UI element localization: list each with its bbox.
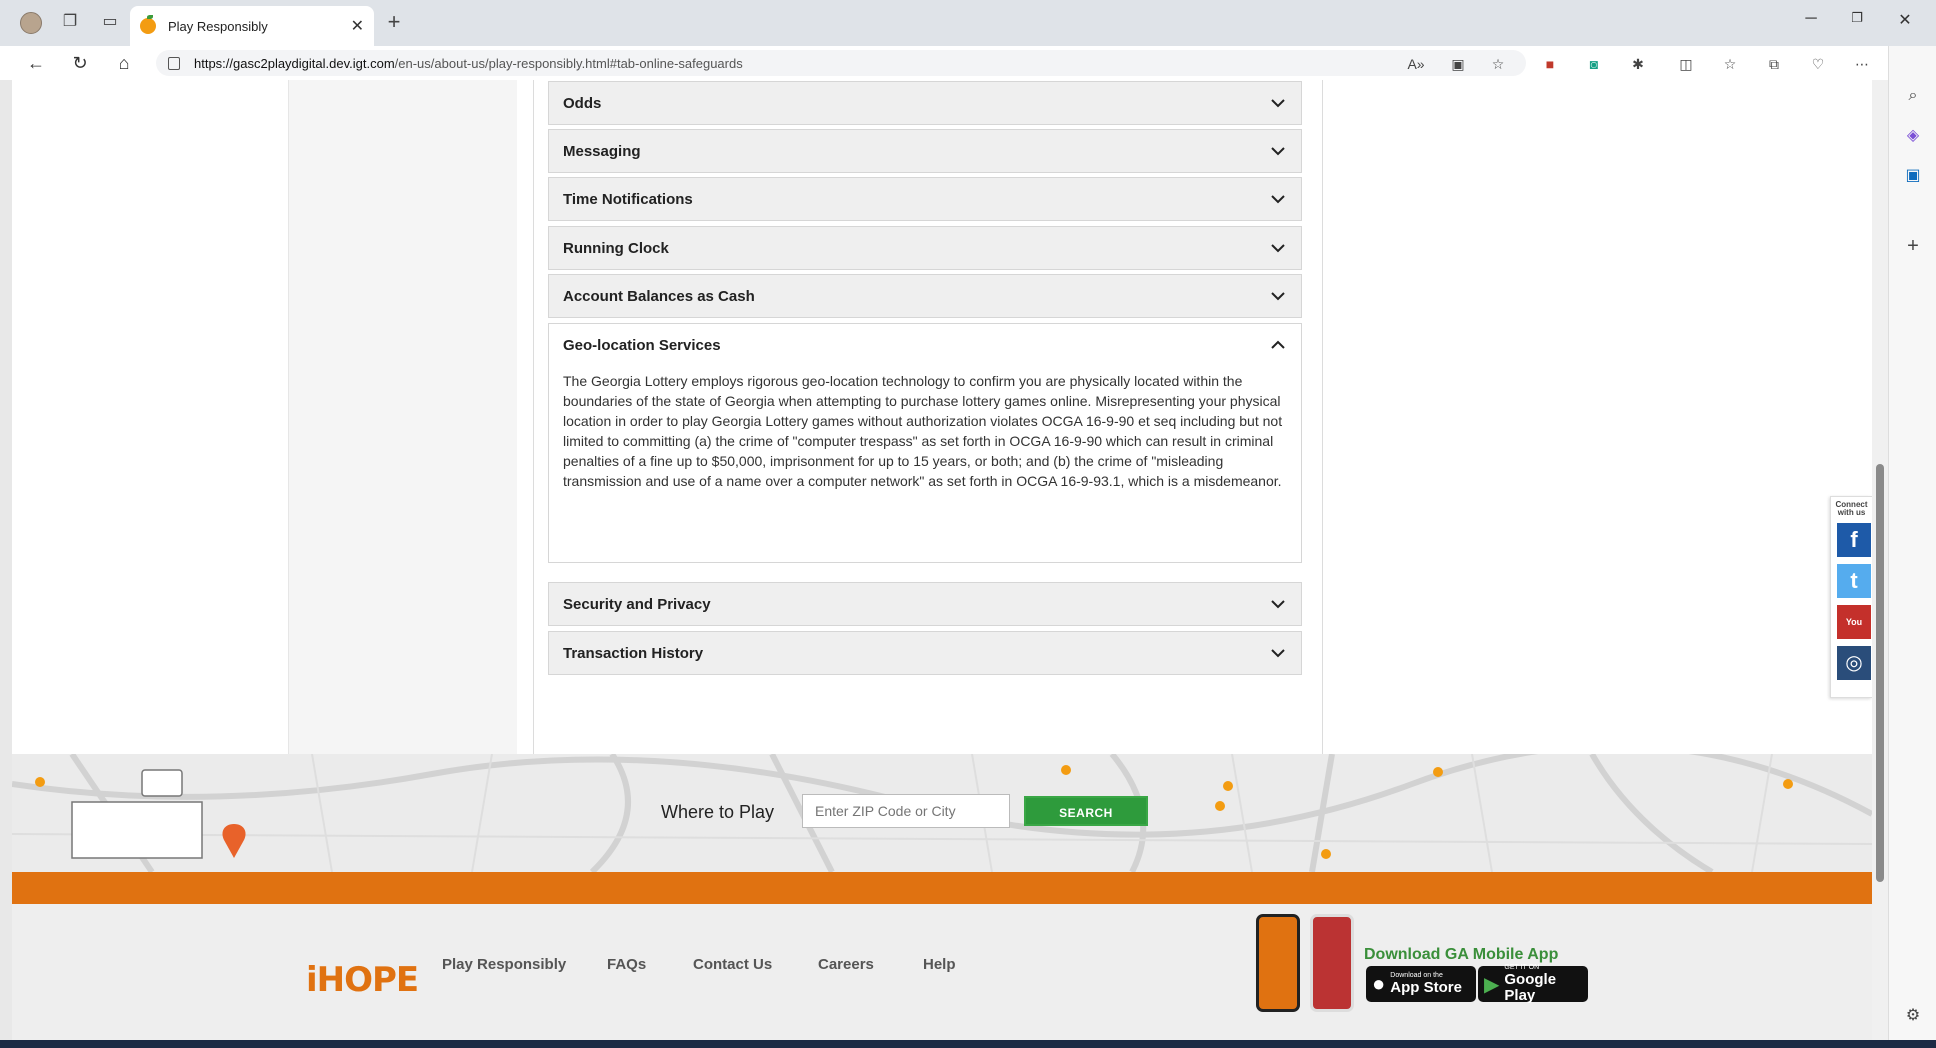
restore-icon[interactable]: ❐ [1842,10,1872,26]
social-sidebar: Connect with us f t You Tube ◎ [1830,496,1872,698]
edge-sidebar: ⌕ ◈ ▣ + ⚙ [1888,46,1936,1040]
sidebar-settings-icon[interactable]: ⚙ [1903,1006,1923,1026]
appstore-big-text: App Store [1390,979,1462,996]
twitter-icon[interactable]: t [1837,564,1871,598]
chevron-down-icon [1271,147,1285,156]
favorites-icon[interactable]: ☆ [1720,54,1740,74]
taskbar-strip [0,1040,1936,1048]
phone-image-1 [1256,914,1300,1012]
content-main: Odds Messaging Time Notifications Runnin… [517,80,1607,799]
accordion-label: Transaction History [563,644,704,662]
phone-image-2 [1310,914,1354,1012]
home-icon[interactable]: ⌂ [112,52,136,74]
new-tab-icon[interactable]: + [384,11,404,33]
footer-link-help[interactable]: Help [923,956,956,973]
url-field[interactable]: https://gasc2playdigital.dev.igt.com/en-… [156,50,1526,76]
accordion-security-privacy[interactable]: Security and Privacy [548,582,1302,626]
googleplay-big-text: Google Play [1504,971,1557,1004]
content-card: Odds Messaging Time Notifications Runnin… [288,80,1607,799]
extension-teal-icon[interactable]: ◙ [1584,54,1604,74]
chevron-down-icon [1271,649,1285,658]
scrollbar-thumb[interactable] [1876,464,1884,882]
accordion-label: Time Notifications [563,190,693,208]
favorite-star-icon[interactable]: ☆ [1488,54,1508,74]
download-app-title: Download GA Mobile App [1364,946,1559,963]
app-store-button[interactable]: ● Download on the App Store [1366,966,1476,1002]
connect-label: Connect with us [1835,500,1868,517]
split-screen-icon[interactable]: ◫ [1676,54,1696,74]
outlook-icon[interactable]: ▣ [1903,166,1923,186]
back-icon[interactable]: ← [24,52,48,74]
chevron-down-icon [1271,195,1285,204]
ihope-logo-text: iHOPE [306,960,419,1000]
browser-tab-bar: ❐ ▭ Play Responsibly ✕ + ─ ❐ ✕ [0,0,1936,46]
refresh-icon[interactable]: ↻ [68,52,92,74]
youtube-icon[interactable]: You Tube [1837,605,1871,661]
accordion-label: Account Balances as Cash [563,287,755,305]
page-scrollbar[interactable] [1872,80,1888,1040]
zip-code-input[interactable] [802,794,1010,828]
footer-link-contact-us[interactable]: Contact Us [693,956,772,973]
collections-icon[interactable]: ⧉ [1764,54,1784,74]
more-menu-icon[interactable]: ⋯ [1852,54,1872,74]
address-bar-row: ← ↻ ⌂ https://gasc2playdigital.dev.igt.c… [0,46,1936,80]
accordion-account-balances[interactable]: Account Balances as Cash [548,274,1302,318]
chevron-down-icon [1271,600,1285,609]
read-aloud-icon[interactable]: A» [1406,54,1426,74]
footer-link-faqs[interactable]: FAQs [607,956,646,973]
accordion-label: Security and Privacy [563,595,711,613]
apple-icon: ● [1372,971,1386,996]
browser-essentials-icon[interactable]: ♡ [1808,54,1828,74]
geo-location-panel: The Georgia Lottery employs rigorous geo… [548,353,1302,563]
copilot-sidebar-icon[interactable]: ◈ [1903,126,1923,146]
instagram-icon[interactable]: ◎ [1837,646,1871,680]
profile-avatar[interactable] [20,12,42,34]
tab-title: Play Responsibly [168,18,268,34]
online-safeguards-accordion: Odds Messaging Time Notifications Runnin… [533,80,1323,773]
url-text: https://gasc2playdigital.dev.igt.com/en-… [194,55,743,71]
accordion-label: Running Clock [563,239,669,257]
add-sidebar-app-icon[interactable]: + [1903,236,1923,256]
ihope-logo[interactable]: iHOPE [306,960,419,1000]
chevron-down-icon [1271,99,1285,108]
facebook-icon[interactable]: f [1837,523,1871,557]
accordion-messaging[interactable]: Messaging [548,129,1302,173]
chevron-down-icon [1271,244,1285,253]
tab-play-responsibly[interactable]: Play Responsibly ✕ [130,6,374,46]
immersive-reader-icon[interactable]: ▣ [1448,54,1468,74]
orange-divider [12,872,1872,904]
tab-actions-icon[interactable]: ▭ [100,12,120,32]
where-to-play-label: Where to Play [661,802,775,822]
chevron-down-icon [1271,292,1285,301]
accordion-odds[interactable]: Odds [548,81,1302,125]
footer-link-careers[interactable]: Careers [818,956,874,973]
lottery-favicon-icon [140,15,156,34]
accordion-label: Geo-location Services [563,336,721,354]
page-viewport: Odds Messaging Time Notifications Runnin… [12,80,1872,1040]
close-window-icon[interactable]: ✕ [1890,10,1920,30]
footer-link-play-responsibly[interactable]: Play Responsibly [442,956,566,973]
google-play-button[interactable]: ▶ GET IT ON Google Play [1478,964,1588,1004]
chevron-up-icon [1271,340,1285,349]
accordion-label: Odds [563,94,602,112]
search-button[interactable]: SEARCH [1024,796,1148,826]
workspaces-icon[interactable]: ❐ [60,12,80,32]
search-icon[interactable]: ⌕ [1903,86,1923,106]
extensions-icon[interactable]: ✱ [1628,54,1648,74]
accordion-transaction-history[interactable]: Transaction History [548,631,1302,675]
lock-icon[interactable] [168,56,180,70]
close-tab-icon[interactable]: ✕ [351,16,364,36]
footer: iHOPE Play Responsibly FAQs Contact Us C… [12,904,1872,1040]
google-play-icon: ▶ [1484,973,1500,996]
accordion-time-notifications[interactable]: Time Notifications [548,177,1302,221]
extension-red-icon[interactable]: ■ [1540,54,1560,74]
minimize-icon[interactable]: ─ [1796,10,1826,28]
where-to-play-map: Where to Play SEARCH [12,754,1872,872]
accordion-running-clock[interactable]: Running Clock [548,226,1302,270]
accordion-label: Messaging [563,142,641,160]
